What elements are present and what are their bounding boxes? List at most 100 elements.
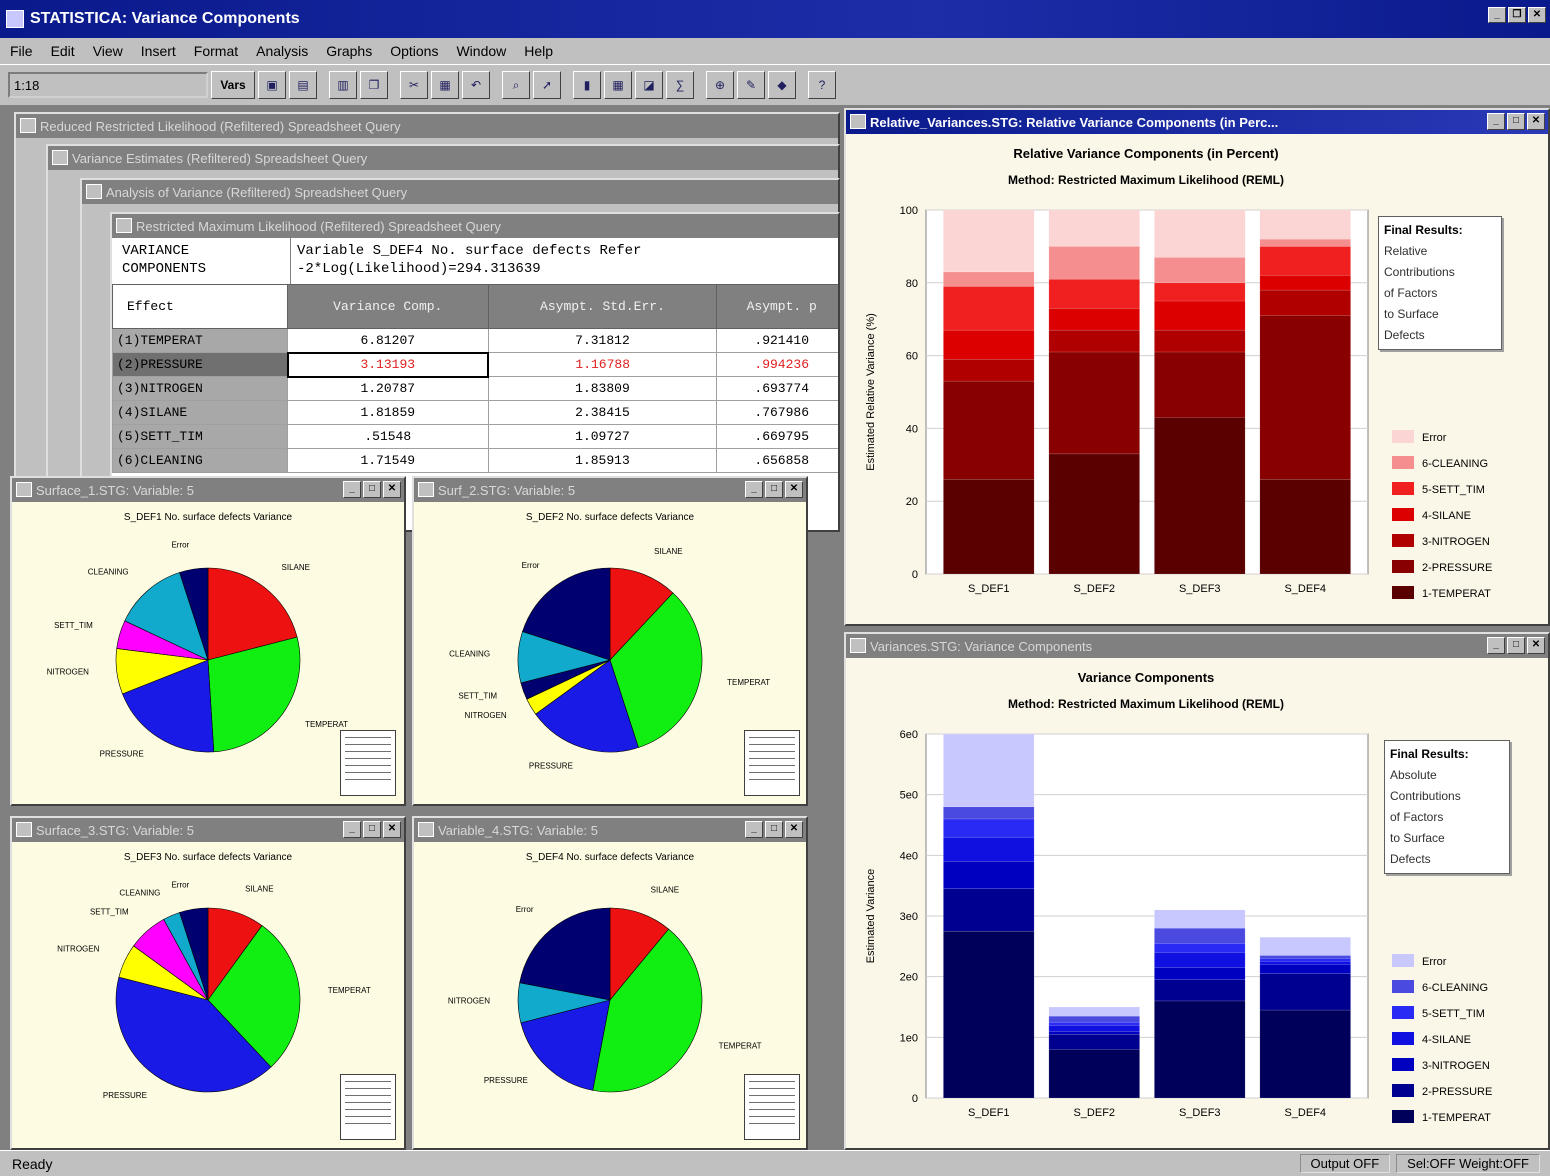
window-title[interactable]: Variance Estimates (Refiltered) Spreadsh… (48, 146, 838, 170)
menu-window[interactable]: Window (456, 43, 506, 59)
menu-analysis[interactable]: Analysis (256, 43, 308, 59)
menu-file[interactable]: File (10, 43, 33, 59)
table-cell[interactable]: 1.20787 (287, 376, 489, 401)
table-cell[interactable]: .51548 (287, 424, 489, 449)
pie-window-1[interactable]: Surface_1.STG: Variable: 5 _ □ ✕ S_DEF1 No… (10, 476, 406, 806)
menu-edit[interactable]: Edit (51, 43, 75, 59)
chart-icon[interactable]: ▮ (573, 71, 601, 99)
column-header[interactable]: Asympt. Std.Err. (487, 284, 718, 329)
close-button[interactable]: ✕ (383, 481, 401, 498)
table-cell[interactable]: 7.31812 (487, 328, 718, 353)
table-cell[interactable]: .994236 (716, 352, 838, 377)
vars-button[interactable]: Vars (211, 71, 255, 99)
selection-status[interactable]: Sel:OFF Weight:OFF (1396, 1154, 1540, 1173)
row-effect[interactable]: (6)CLEANING (112, 448, 288, 473)
table-cell-focused[interactable]: 3.13193 (286, 351, 490, 378)
table-cell[interactable]: 1.71549 (287, 448, 489, 473)
window-title[interactable]: Surf_2.STG: Variable: 5 _ □ ✕ (414, 478, 806, 502)
undo-icon[interactable]: ↶ (462, 71, 490, 99)
menu-format[interactable]: Format (194, 43, 238, 59)
minimize-button[interactable]: _ (745, 821, 763, 838)
close-button[interactable]: ✕ (785, 821, 803, 838)
relative-variance-chart-window[interactable]: Relative_Variances.STG: Relative Varianc… (844, 108, 1550, 626)
paste-icon[interactable]: ▦ (431, 71, 459, 99)
pie-window-4[interactable]: Variable_4.STG: Variable: 5 _ □ ✕ S_DEF4 N… (412, 816, 808, 1150)
maximize-button[interactable]: □ (1507, 637, 1525, 654)
print-icon[interactable]: ▥ (329, 71, 357, 99)
app-titlebar[interactable]: STATISTICA: Variance Components _ ❐ ✕ (0, 0, 1550, 38)
minimize-button[interactable]: _ (745, 481, 763, 498)
maximize-button[interactable]: □ (765, 481, 783, 498)
window-title[interactable]: Analysis of Variance (Refiltered) Spread… (82, 180, 838, 204)
minimize-button[interactable]: _ (1488, 7, 1506, 23)
table-row[interactable]: (3)NITROGEN 1.20787 1.83809 .693774 (112, 376, 838, 401)
table-cell[interactable]: 1.83809 (487, 376, 718, 401)
pie-window-2[interactable]: Surf_2.STG: Variable: 5 _ □ ✕ S_DEF2 No. s… (412, 476, 808, 806)
cell-address-field[interactable]: 1:18 (8, 72, 208, 98)
table-icon[interactable]: ▦ (604, 71, 632, 99)
zoom-icon[interactable]: ⊕ (706, 71, 734, 99)
minimize-button[interactable]: _ (343, 481, 361, 498)
window-title[interactable]: Restricted Maximum Likelihood (Refiltere… (112, 214, 838, 238)
copy-icon[interactable]: ❐ (360, 71, 388, 99)
table-cell[interactable]: .693774 (716, 376, 838, 401)
close-button[interactable]: ✕ (1527, 637, 1545, 654)
column-header[interactable]: Variance Comp. (287, 284, 489, 329)
open-icon[interactable]: ▣ (258, 71, 286, 99)
window-title[interactable]: Variances.STG: Variance Components _ □ ✕ (846, 634, 1548, 658)
table-cell[interactable]: 1.16788 (487, 352, 718, 377)
minimize-button[interactable]: _ (343, 821, 361, 838)
graph-icon[interactable]: ◪ (635, 71, 663, 99)
row-effect[interactable]: (3)NITROGEN (112, 376, 288, 401)
window-title[interactable]: Variable_4.STG: Variable: 5 _ □ ✕ (414, 818, 806, 842)
menu-graphs[interactable]: Graphs (326, 43, 372, 59)
find-icon[interactable]: ⌕ (502, 71, 530, 99)
minimize-button[interactable]: _ (1487, 637, 1505, 654)
table-row[interactable]: (1)TEMPERAT 6.81207 7.31812 .921410 (112, 328, 838, 353)
maximize-button[interactable]: □ (363, 821, 381, 838)
row-effect[interactable]: (5)SETT_TIM (112, 424, 288, 449)
close-button[interactable]: ✕ (1528, 7, 1546, 23)
window-title[interactable]: Surface_3.STG: Variable: 5 _ □ ✕ (12, 818, 404, 842)
maximize-button[interactable]: □ (363, 481, 381, 498)
minimize-button[interactable]: _ (1487, 113, 1505, 130)
pie-window-3[interactable]: Surface_3.STG: Variable: 5 _ □ ✕ S_DEF3 No… (10, 816, 406, 1150)
menu-options[interactable]: Options (390, 43, 438, 59)
table-cell[interactable]: 1.85913 (487, 448, 718, 473)
table-row[interactable]: (6)CLEANING 1.71549 1.85913 .656858 (112, 448, 838, 473)
variance-chart-window[interactable]: Variances.STG: Variance Components _ □ ✕ V… (844, 632, 1550, 1150)
table-cell[interactable]: .656858 (716, 448, 838, 473)
stats-icon[interactable]: ∑ (666, 71, 694, 99)
window-title[interactable]: Surface_1.STG: Variable: 5 _ □ ✕ (12, 478, 404, 502)
close-button[interactable]: ✕ (1527, 113, 1545, 130)
close-button[interactable]: ✕ (383, 821, 401, 838)
row-effect[interactable]: (4)SILANE (112, 400, 288, 425)
cut-icon[interactable]: ✂ (400, 71, 428, 99)
maximize-button[interactable]: □ (765, 821, 783, 838)
table-cell[interactable]: 1.81859 (287, 400, 489, 425)
help-icon[interactable]: ? (808, 71, 836, 99)
table-cell[interactable]: 1.09727 (487, 424, 718, 449)
table-row-selected[interactable]: (2)PRESSURE 3.13193 1.16788 .994236 (112, 351, 838, 378)
effect-column-header[interactable]: Effect (112, 284, 288, 329)
brush-icon[interactable]: ✎ (737, 71, 765, 99)
table-row[interactable]: (5)SETT_TIM .51548 1.09727 .669795 (112, 424, 838, 449)
menu-insert[interactable]: Insert (141, 43, 176, 59)
table-cell[interactable]: 2.38415 (487, 400, 718, 425)
row-effect[interactable]: (2)PRESSURE (112, 352, 288, 377)
save-icon[interactable]: ▤ (289, 71, 317, 99)
table-cell[interactable]: 6.81207 (287, 328, 489, 353)
table-cell[interactable]: .669795 (716, 424, 838, 449)
menu-help[interactable]: Help (524, 43, 553, 59)
window-title[interactable]: Reduced Restricted Likelihood (Refiltere… (16, 114, 838, 138)
close-button[interactable]: ✕ (785, 481, 803, 498)
table-cell[interactable]: .767986 (716, 400, 838, 425)
output-status[interactable]: Output OFF (1299, 1154, 1391, 1173)
table-row[interactable]: (4)SILANE 1.81859 2.38415 .767986 (112, 400, 838, 425)
maximize-button[interactable]: □ (1507, 113, 1525, 130)
pointer-icon[interactable]: ➚ (533, 71, 561, 99)
table-cell[interactable]: .921410 (716, 328, 838, 353)
menu-view[interactable]: View (93, 43, 123, 59)
restore-button[interactable]: ❐ (1508, 7, 1526, 23)
label-icon[interactable]: ◆ (768, 71, 796, 99)
